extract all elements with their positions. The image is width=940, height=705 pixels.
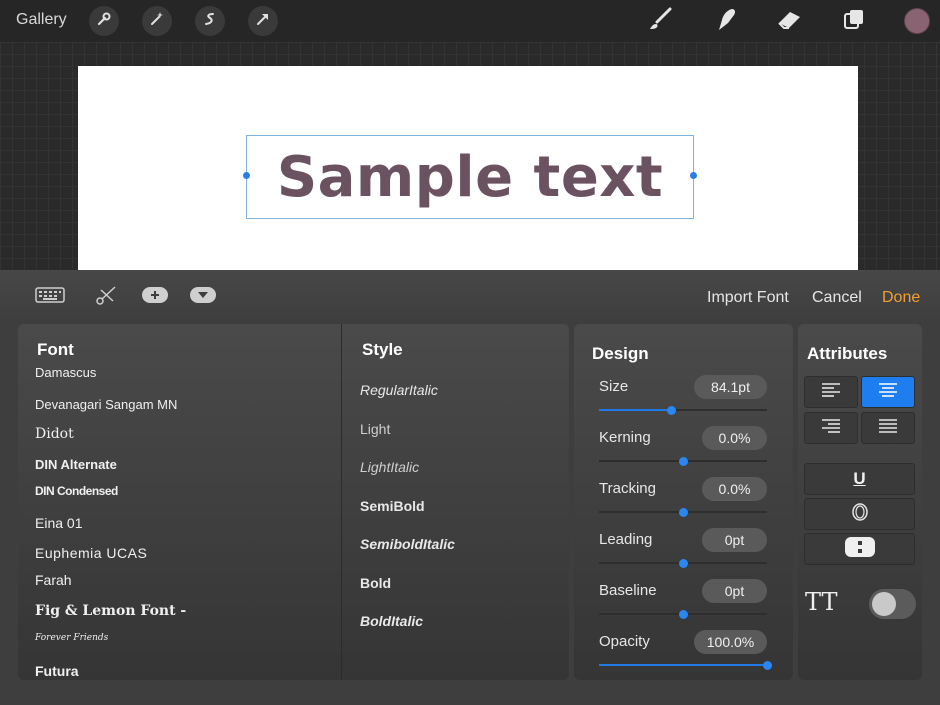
actions-button[interactable] — [89, 6, 119, 36]
tracking-value-field[interactable]: 0.0% — [702, 477, 767, 501]
brush-icon — [646, 6, 674, 37]
style-item-light[interactable]: Light — [360, 421, 390, 437]
gallery-button[interactable]: Gallery — [16, 11, 67, 29]
align-right-icon — [821, 418, 841, 439]
text-box-right-handle[interactable] — [690, 172, 697, 179]
keyboard-icon — [35, 286, 65, 308]
outline-button[interactable] — [804, 498, 915, 530]
font-item-fig-lemon[interactable]: Fig & Lemon Font - — [35, 603, 186, 619]
smudge-button[interactable] — [711, 6, 741, 36]
align-center-icon — [878, 382, 898, 403]
eraser-icon — [776, 8, 804, 35]
color-swatch-button[interactable] — [904, 8, 930, 34]
baseline-slider-knob[interactable] — [678, 609, 688, 619]
selection-icon — [202, 11, 218, 32]
font-list[interactable]: Damascus Devanagari Sangam MN Didot DIN … — [18, 366, 341, 678]
outline-icon — [851, 502, 869, 527]
underline-button[interactable]: U — [804, 463, 915, 495]
style-item-regular-italic[interactable]: RegularItalic — [360, 382, 438, 398]
align-left-icon — [821, 382, 841, 403]
keyboard-button[interactable] — [35, 286, 65, 308]
import-font-button[interactable]: Import Font — [707, 289, 789, 307]
font-item-din-condensed[interactable]: DIN Condensed — [35, 484, 118, 498]
adjustments-button[interactable] — [142, 6, 172, 36]
font-item-forever-friends[interactable]: Forever Friends — [35, 633, 108, 643]
layers-icon — [842, 7, 866, 36]
dropdown-icon — [190, 286, 216, 308]
style-item-semibold-italic[interactable]: SemiboldItalic — [360, 536, 455, 552]
smudge-icon — [713, 6, 739, 37]
align-justify-icon — [878, 418, 898, 439]
tracking-label: Tracking — [599, 480, 656, 497]
tracking-slider-knob[interactable] — [678, 507, 688, 517]
text-box[interactable]: Sample text — [246, 135, 694, 219]
attributes-heading: Attributes — [807, 344, 888, 363]
font-item-damascus[interactable]: Damascus — [35, 366, 96, 380]
align-left-button[interactable] — [804, 376, 858, 408]
all-caps-label: TT — [805, 588, 838, 616]
leading-slider-knob[interactable] — [678, 558, 688, 568]
style-item-bold[interactable]: Bold — [360, 575, 391, 591]
font-heading: Font — [37, 340, 74, 359]
font-item-farah[interactable]: Farah — [35, 572, 72, 588]
font-item-didot[interactable]: Didot — [35, 426, 74, 442]
top-toolbar: Gallery — [0, 0, 940, 42]
size-value-field[interactable]: 84.1pt — [694, 375, 767, 399]
opacity-slider-knob[interactable] — [762, 660, 772, 670]
selection-button[interactable] — [195, 6, 225, 36]
kerning-value-field[interactable]: 0.0% — [702, 426, 767, 450]
wrench-icon — [96, 11, 112, 32]
baseline-label: Baseline — [599, 582, 657, 599]
brush-button[interactable] — [645, 6, 675, 36]
add-icon — [142, 286, 168, 308]
baseline-value-field[interactable]: 0pt — [702, 579, 767, 603]
add-button[interactable] — [142, 286, 168, 308]
kerning-slider-knob[interactable] — [678, 456, 688, 466]
scissors-button[interactable] — [95, 284, 119, 311]
align-center-button[interactable] — [861, 376, 915, 408]
leading-label: Leading — [599, 531, 653, 548]
all-caps-toggle-knob[interactable] — [872, 592, 896, 616]
text-box-left-handle[interactable] — [243, 172, 250, 179]
scissors-icon — [95, 284, 119, 311]
kerning-label: Kerning — [599, 429, 651, 446]
eraser-button[interactable] — [775, 6, 805, 36]
layers-button[interactable] — [839, 6, 869, 36]
dropdown-button[interactable] — [190, 286, 216, 308]
opacity-label: Opacity — [599, 633, 650, 650]
font-style-divider — [341, 324, 342, 680]
leading-value-field[interactable]: 0pt — [702, 528, 767, 552]
style-item-bold-italic[interactable]: BoldItalic — [360, 613, 423, 629]
font-item-din-alternate[interactable]: DIN Alternate — [35, 457, 117, 472]
style-heading: Style — [362, 340, 403, 359]
magic-wand-icon — [149, 11, 165, 32]
size-slider-fill — [599, 409, 672, 411]
style-item-semibold[interactable]: SemiBold — [360, 498, 425, 514]
panel-toolbar — [0, 270, 940, 324]
background-button[interactable] — [804, 533, 915, 565]
underline-label: U — [853, 469, 866, 488]
font-item-devanagari-sangam-mn[interactable]: Devanagari Sangam MN — [35, 397, 177, 412]
font-item-eina-01[interactable]: Eina 01 — [35, 515, 82, 531]
font-item-euphemia-ucas[interactable]: Euphemia UCAS — [35, 545, 147, 561]
opacity-value-field[interactable]: 100.0% — [694, 630, 767, 654]
design-heading: Design — [592, 344, 649, 363]
text-background-icon — [844, 536, 876, 563]
sample-text[interactable]: Sample text — [277, 145, 663, 210]
font-item-futura[interactable]: Futura — [35, 663, 79, 678]
align-right-button[interactable] — [804, 412, 858, 444]
style-item-light-italic[interactable]: LightItalic — [360, 459, 419, 475]
size-label: Size — [599, 378, 629, 395]
size-slider-knob[interactable] — [666, 405, 676, 415]
done-button[interactable]: Done — [882, 289, 920, 307]
transform-arrow-icon — [255, 11, 271, 32]
align-justify-button[interactable] — [861, 412, 915, 444]
transform-button[interactable] — [248, 6, 278, 36]
opacity-slider-fill — [599, 664, 767, 666]
cancel-button[interactable]: Cancel — [812, 289, 862, 307]
